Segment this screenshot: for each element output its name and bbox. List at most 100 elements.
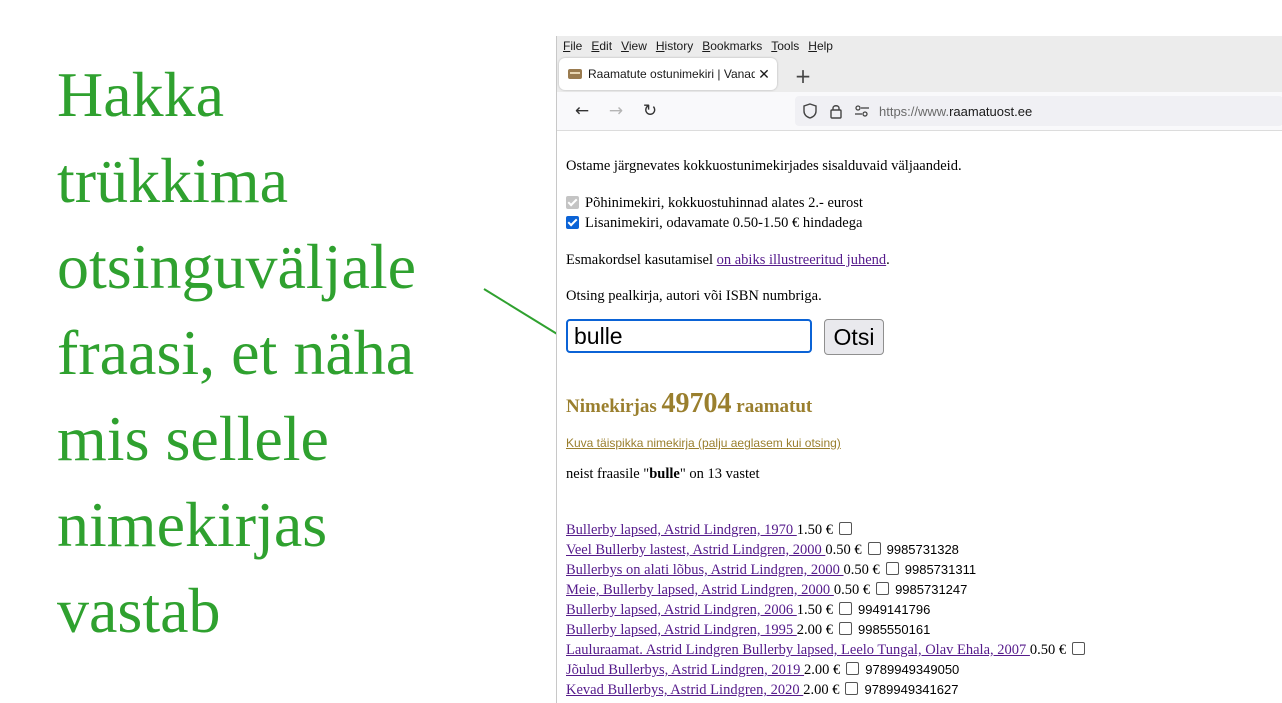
result-link[interactable]: Bullerby lapsed, Astrid Lindgren, 2006 [566,602,797,618]
reload-icon[interactable]: ↻ [633,96,667,126]
result-isbn: 9985731328 [886,542,959,557]
result-checkbox[interactable] [867,542,881,555]
browser-window: File Edit View History Bookmarks Tools H… [556,36,1282,703]
result-checkbox[interactable] [876,582,890,595]
result-link[interactable]: Kevad Bullerbys, Astrid Lindgren, 2020 [566,682,803,698]
result-row: Meie, Bullerby lapsed, Astrid Lindgren, … [566,582,1091,602]
result-row: Veel Bullerby lastest, Astrid Lindgren, … [566,542,1091,562]
result-link[interactable]: Meie, Bullerby lapsed, Astrid Lindgren, … [566,582,834,598]
results-list: Bullerby lapsed, Astrid Lindgren, 1970 1… [566,522,1091,702]
caption-line: vastab [57,575,221,646]
caption-line: otsinguväljale [57,231,417,302]
result-link[interactable]: Lauluraamat. Astrid Lindgren Bullerby la… [566,642,1030,658]
extra-list-label: Lisanimekiri, odavamate 0.50-1.50 € hind… [585,215,863,231]
count-suffix: raamatut [731,396,813,417]
result-row: Bullerby lapsed, Astrid Lindgren, 2006 1… [566,602,1091,622]
search-hint: Otsing pealkirja, autori või ISBN numbri… [566,288,822,304]
guide-link[interactable]: on abiks illustreeritud juhend [717,252,887,268]
menu-history[interactable]: History [656,39,693,53]
url-bar[interactable]: https://www. raamatuost.ee [795,96,1282,126]
result-price: 0.50 € [1029,642,1067,658]
result-row: Bullerby lapsed, Astrid Lindgren, 1970 1… [566,522,1091,542]
result-price: 2.00 € [804,662,841,678]
result-isbn: 9789949349050 [865,662,960,677]
search-button[interactable]: Otsi [824,319,884,355]
matches-summary: neist fraasile "bulle" on 13 vastet [566,466,759,483]
result-price: 1.50 € [796,602,834,618]
count-number: 49704 [661,388,732,419]
caption-line: nimekirjas [57,489,328,560]
menu-edit[interactable]: Edit [591,39,612,53]
url-prefix: https://www. [879,103,950,119]
result-checkbox[interactable] [839,522,853,535]
tab-active[interactable]: Raamatute ostunimekiri | Vanad ✕ [559,58,777,90]
menu-view[interactable]: View [621,39,647,53]
result-checkbox[interactable] [839,622,853,635]
extra-list-checkbox[interactable] [566,216,579,229]
close-icon[interactable]: ✕ [755,66,773,83]
caption-line: mis sellele [57,403,329,474]
navigation-bar: ← → ↻ https://www. raamatuost.ee [557,92,1282,131]
intro-text: Ostame järgnevates kokkuostunimekirjades… [566,158,962,174]
shield-icon[interactable] [799,100,821,122]
new-tab-button[interactable]: + [787,60,819,92]
menu-bookmarks[interactable]: Bookmarks [702,39,762,53]
back-arrow-icon[interactable]: ← [565,96,599,126]
result-link[interactable]: Veel Bullerby lastest, Astrid Lindgren, … [566,542,825,558]
result-isbn: 9985731311 [904,562,977,577]
caption-line: fraasi, et näha [57,317,415,388]
result-checkbox[interactable] [839,602,853,615]
tab-title: Raamatute ostunimekiri | Vanad [588,67,755,81]
result-isbn: 9949141796 [858,602,931,617]
menu-file[interactable]: File [563,39,582,53]
result-checkbox[interactable] [885,562,899,575]
permissions-icon[interactable] [851,100,873,122]
result-price: 0.50 € [825,542,862,558]
menu-help[interactable]: Help [808,39,833,53]
result-price: 0.50 € [843,562,880,578]
result-price: 2.00 € [796,622,834,638]
caption-line: Hakka [57,59,225,130]
result-row: Bullerbys on alati lõbus, Astrid Lindgre… [566,562,1091,582]
result-checkbox[interactable] [846,662,860,675]
result-link[interactable]: Jõulud Bullerbys, Astrid Lindgren, 2019 [566,662,804,678]
matches-suffix: " on 13 vastet [679,466,760,482]
menu-bar: File Edit View History Bookmarks Tools H… [557,36,1282,56]
tab-strip: Raamatute ostunimekiri | Vanad ✕ + [557,56,1282,92]
result-isbn: 9985550161 [858,622,931,637]
url-host: raamatuost.ee [949,103,1033,119]
forward-arrow-icon[interactable]: → [599,96,633,126]
guide-suffix: . [886,252,890,268]
result-price: 0.50 € [833,582,871,598]
matches-phrase: bulle [649,466,680,482]
result-link[interactable]: Bullerby lapsed, Astrid Lindgren, 1970 [566,522,797,538]
guide-prefix: Esmakordsel kasutamisel [566,252,717,268]
result-price: 2.00 € [803,682,840,698]
lock-icon[interactable] [825,100,847,122]
search-input[interactable] [566,319,812,353]
main-list-checkbox [566,196,579,209]
result-checkbox[interactable] [845,682,859,695]
result-checkbox[interactable] [1072,642,1086,655]
result-row: Lauluraamat. Astrid Lindgren Bullerby la… [566,642,1091,662]
menu-tools[interactable]: Tools [771,39,799,53]
caption-line: trükkima [57,145,289,216]
list-option-extra[interactable]: Lisanimekiri, odavamate 0.50-1.50 € hind… [566,215,862,232]
full-list-link[interactable]: Kuva täispikka nimekirja (palju aeglasem… [566,436,841,450]
count-prefix: Nimekirjas [566,396,662,417]
list-option-main: Põhinimekiri, kokkuostuhinnad alates 2.-… [566,195,863,212]
result-row: Kevad Bullerbys, Astrid Lindgren, 2020 2… [566,682,1091,702]
result-isbn: 9789949341627 [864,682,959,697]
result-link[interactable]: Bullerbys on alati lõbus, Astrid Lindgre… [566,562,844,578]
result-link[interactable]: Bullerby lapsed, Astrid Lindgren, 1995 [566,622,797,638]
matches-prefix: neist fraasile " [566,466,650,482]
books-icon [568,69,582,79]
result-price: 1.50 € [796,522,834,538]
book-count-heading: Nimekirjas 49704 raamatut [566,388,812,420]
result-row: Jõulud Bullerbys, Astrid Lindgren, 2019 … [566,662,1091,682]
guide-line: Esmakordsel kasutamisel on abiks illustr… [566,252,890,269]
main-list-label: Põhinimekiri, kokkuostuhinnad alates 2.-… [585,195,863,211]
result-row: Bullerby lapsed, Astrid Lindgren, 1995 2… [566,622,1091,642]
instruction-caption: Hakka trükkima otsinguväljale fraasi, et… [57,52,497,654]
result-isbn: 9985731247 [895,582,968,597]
